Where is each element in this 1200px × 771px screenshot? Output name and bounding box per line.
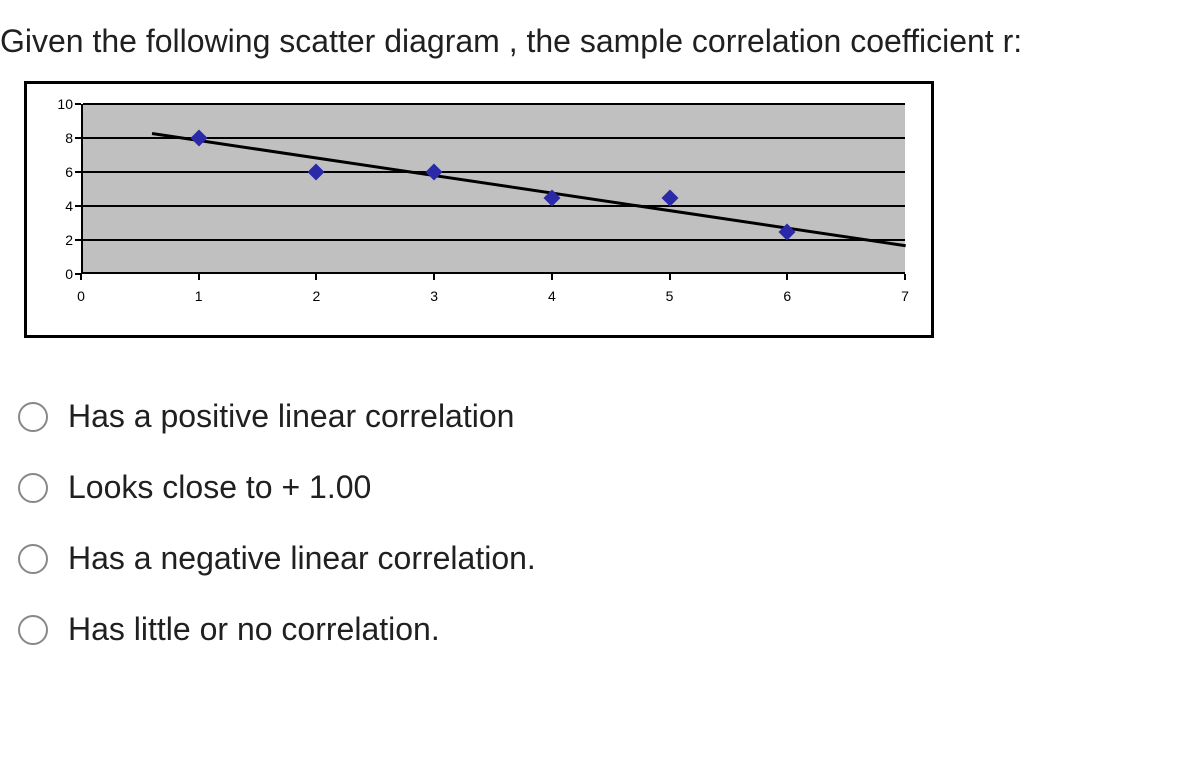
radio-icon[interactable] (18, 615, 48, 645)
x-tick-label: 3 (430, 288, 438, 304)
option-label: Has little or no correlation. (68, 611, 440, 648)
grid-line (83, 103, 905, 105)
grid-line (83, 171, 905, 173)
option-a[interactable]: Has a positive linear correlation (18, 398, 1200, 435)
grid-line (83, 239, 905, 241)
radio-icon[interactable] (18, 473, 48, 503)
option-c[interactable]: Has a negative linear correlation. (18, 540, 1200, 577)
y-tick-label: 4 (65, 198, 73, 214)
option-b[interactable]: Looks close to + 1.00 (18, 469, 1200, 506)
grid-line (83, 205, 905, 207)
x-tick-label: 4 (548, 288, 556, 304)
x-tick-label: 5 (666, 288, 674, 304)
y-tick-label: 8 (65, 130, 73, 146)
x-tick-label: 0 (77, 288, 85, 304)
option-label: Looks close to + 1.00 (68, 469, 371, 506)
x-tick-label: 7 (901, 288, 909, 304)
options-list: Has a positive linear correlation Looks … (18, 398, 1200, 648)
question-text: Given the following scatter diagram , th… (0, 0, 1200, 81)
y-tick-label: 10 (57, 96, 73, 112)
y-tick-label: 0 (65, 266, 73, 282)
x-tick-label: 1 (195, 288, 203, 304)
scatter-chart: 0 2 4 6 8 10 0 1 2 3 4 5 6 7 (24, 81, 934, 338)
y-tick-label: 2 (65, 232, 73, 248)
radio-icon[interactable] (18, 402, 48, 432)
radio-icon[interactable] (18, 544, 48, 574)
option-d[interactable]: Has little or no correlation. (18, 611, 1200, 648)
option-label: Has a positive linear correlation (68, 398, 514, 435)
y-tick-label: 6 (65, 164, 73, 180)
x-tick-label: 2 (313, 288, 321, 304)
x-tick-label: 6 (783, 288, 791, 304)
option-label: Has a negative linear correlation. (68, 540, 536, 577)
